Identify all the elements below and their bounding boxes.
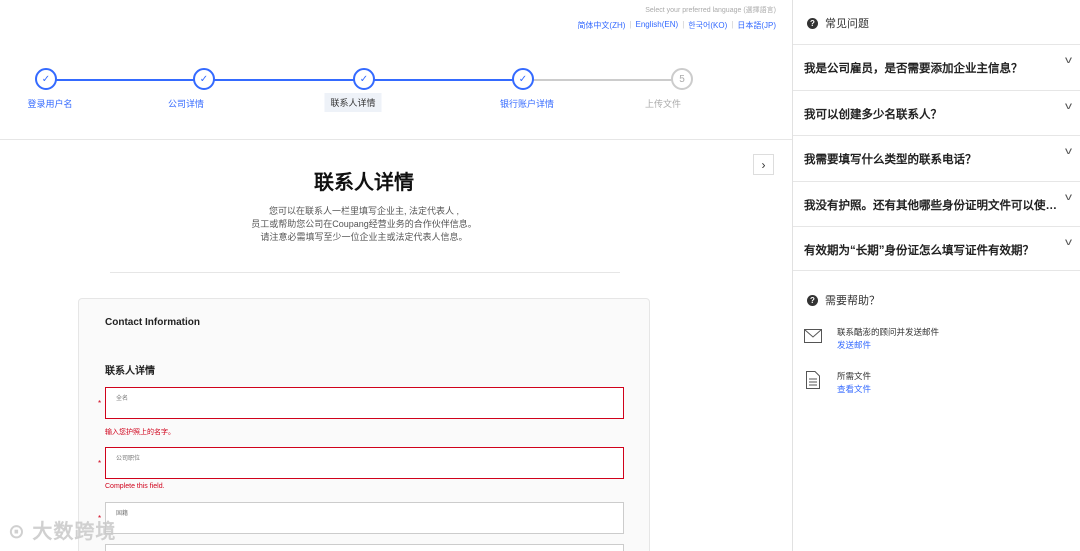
step-label-bank[interactable]: 银行账户详情 <box>500 97 554 110</box>
step-1-check-icon: ✓ <box>35 68 57 90</box>
chevron-down-icon: v <box>1065 55 1072 66</box>
faq-item[interactable]: 我没有护照。还有其他哪些身份证明文件可以使用？ v <box>793 181 1080 226</box>
divider <box>110 272 620 273</box>
expand-sidebar-button[interactable]: › <box>753 154 774 175</box>
help-documents-text: 所需文件 <box>837 371 872 381</box>
chevron-down-icon: v <box>1065 192 1072 203</box>
nationality-field[interactable]: 国籍 <box>105 502 624 534</box>
language-option-zh[interactable]: 简体中文(ZH) <box>577 20 625 31</box>
step-label-upload: 上传文件 <box>644 99 682 109</box>
step-3-check-icon: ✓ <box>353 68 375 90</box>
question-icon: ? <box>807 294 818 306</box>
chevron-down-icon: v <box>1065 237 1072 248</box>
faq-question: 我需要填写什么类型的联系电话？ <box>804 154 977 166</box>
help-contact-row: 联系酷澎的顾问并发送邮件 发送邮件 <box>803 326 939 351</box>
watermark-logo: ⊙ 大数跨境 <box>8 521 117 543</box>
language-option-jp[interactable]: 日本語(JP) <box>737 20 776 31</box>
chevron-down-icon: v <box>1065 101 1072 112</box>
step-connector <box>204 79 364 81</box>
language-selector: 简体中文(ZH) | English(EN) | 한국어(KO) | 日本語(J… <box>577 20 776 31</box>
job-title-field[interactable]: 公司职位 <box>105 447 624 479</box>
step-2-check-icon: ✓ <box>193 68 215 90</box>
mail-icon <box>803 326 823 346</box>
card-title: Contact Information <box>105 317 200 328</box>
step-4-check-icon: ✓ <box>512 68 534 90</box>
field-label: 全名 <box>116 396 129 402</box>
view-documents-link[interactable]: 查看文件 <box>837 383 871 395</box>
step-connector <box>46 79 204 81</box>
faq-item[interactable]: 我需要填写什么类型的联系电话？ v <box>793 135 1080 180</box>
section-title: 联系人详情 <box>105 366 155 377</box>
main-panel: Select your preferred language (選擇語言) 简体… <box>0 0 792 551</box>
watermark-text: 大数跨境 <box>32 521 117 543</box>
page-title: 联系人详情 <box>314 172 414 194</box>
faq-question: 我没有护照。还有其他哪些身份证明文件可以使用？ <box>804 200 1060 212</box>
faq-heading: ? 常见问题 <box>807 15 869 31</box>
document-icon <box>803 370 823 390</box>
faq-question: 我可以创建多少名联系人？ <box>804 109 942 121</box>
faq-question: 有效期为“长期”身份证怎么填写证件有效期？ <box>804 245 1034 257</box>
step-connector <box>523 79 681 81</box>
question-icon: ? <box>807 17 818 29</box>
faq-heading-label: 常见问题 <box>825 18 869 30</box>
faq-item[interactable]: 我是公司雇员，是否需要添加企业主信息？ v <box>793 44 1080 89</box>
full-name-error: 输入您护照上的名字。 <box>105 429 175 436</box>
help-heading: ? 需要帮助？ <box>807 292 880 308</box>
description-line: 您可以在联系人一栏里填写企业主, 法定代表人 , <box>268 206 459 216</box>
field-label: 公司职位 <box>116 456 141 462</box>
field-label: 国籍 <box>116 511 129 517</box>
required-marker: * <box>98 399 102 408</box>
step-connector <box>364 79 523 81</box>
help-sidebar: ? 常见问题 我是公司雇员，是否需要添加企业主信息？ v 我可以创建多少名联系人… <box>792 0 1080 551</box>
page-description: 您可以在联系人一栏里填写企业主, 法定代表人 , 员工或帮助您公司在Coupan… <box>0 205 728 244</box>
step-5-number: 5 <box>671 68 693 90</box>
language-option-en[interactable]: English(EN) <box>636 20 679 31</box>
header-strip: Select your preferred language (選擇語言) 简体… <box>0 0 792 140</box>
faq-question: 我是公司雇员，是否需要添加企业主信息？ <box>804 63 1023 75</box>
chevron-down-icon: v <box>1065 146 1072 157</box>
required-marker: * <box>98 459 102 468</box>
help-contact-text: 联系酷澎的顾问并发送邮件 <box>837 327 940 337</box>
faq-item[interactable]: 我可以创建多少名联系人？ v <box>793 90 1080 135</box>
language-option-ko[interactable]: 한국어(KO) <box>688 20 727 31</box>
progress-stepper: ✓ ✓ ✓ ✓ 5 登录用户名 公司详情 联系人详情 银行账户详情 上传文件 <box>0 60 792 120</box>
contact-information-card: Contact Information 联系人详情 * 全名 输入您护照上的名字… <box>78 298 650 551</box>
help-documents-row: 所需文件 查看文件 <box>803 370 871 395</box>
language-hint: Select your preferred language (選擇語言) <box>645 7 776 14</box>
full-name-field[interactable]: 全名 <box>105 387 624 419</box>
document-field[interactable]: 证件 <box>105 544 624 551</box>
description-line: 请注意必需填写至少一位企业主或法定代表人信息。 <box>260 232 468 242</box>
description-line: 员工或帮助您公司在Coupang经营业务的合作伙伴信息。 <box>251 219 477 229</box>
faq-item[interactable]: 有效期为“长期”身份证怎么填写证件有效期？ v <box>793 226 1080 271</box>
step-label-login[interactable]: 登录用户名 <box>27 97 72 110</box>
help-heading-label: 需要帮助？ <box>825 295 880 307</box>
step-label-contact[interactable]: 联系人详情 <box>324 93 382 112</box>
job-title-error: Complete this field. <box>105 483 165 490</box>
step-label-company[interactable]: 公司详情 <box>168 97 204 110</box>
send-email-link[interactable]: 发送邮件 <box>837 339 939 351</box>
